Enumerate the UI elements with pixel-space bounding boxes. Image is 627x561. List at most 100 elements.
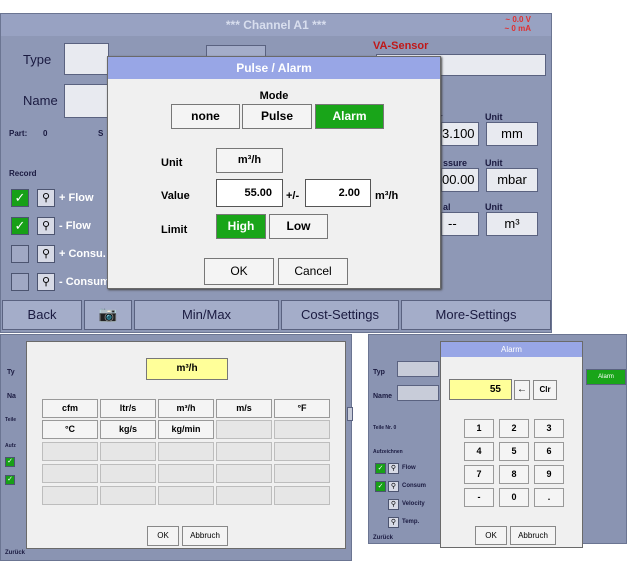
record-checkbox-flow-plus[interactable]: ✓	[11, 189, 29, 207]
bg-record-label: Aufz	[5, 443, 16, 449]
ok-button[interactable]: OK	[475, 526, 507, 545]
unit-ms-button[interactable]: m/s	[216, 399, 272, 418]
pin-icon[interactable]: ⚲	[37, 217, 55, 235]
row2-unit[interactable]: mbar	[486, 168, 538, 192]
tolerance-input[interactable]: 2.00	[305, 179, 371, 207]
limit-low-button[interactable]: Low	[269, 214, 328, 239]
record-label-consum-minus: - Consum	[59, 276, 110, 288]
back-button[interactable]: Back	[2, 300, 82, 330]
cancel-button[interactable]: Cancel	[278, 258, 348, 285]
part-label: Part:	[9, 129, 28, 138]
camera-icon[interactable]: 📷	[84, 300, 132, 330]
bg-temp-label: Temp.	[402, 519, 420, 525]
min-max-button[interactable]: Min/Max	[134, 300, 279, 330]
key-3[interactable]: 3	[534, 419, 564, 438]
record-label: Record	[9, 169, 37, 178]
bg-type-label: Typ	[373, 369, 385, 376]
tolerance-label: +/-	[286, 190, 300, 202]
bg-part-label: Teile	[5, 417, 17, 423]
unit-ltr-s-button[interactable]: ltr/s	[100, 399, 156, 418]
unit-empty-button	[216, 420, 272, 439]
pin-icon: ⚲	[388, 517, 399, 528]
mode-label: Mode	[259, 90, 289, 102]
unit-col-label: Unit	[485, 158, 503, 168]
clear-button[interactable]: Clr	[533, 380, 557, 400]
key-7[interactable]: 7	[464, 465, 494, 484]
key-minus[interactable]: -	[464, 488, 494, 507]
value-input[interactable]: 55.00	[216, 179, 283, 207]
dialog-title: Pulse / Alarm	[108, 57, 440, 79]
more-settings-button[interactable]: More-Settings	[401, 300, 551, 330]
record-checkbox-consum-plus[interactable]	[11, 245, 29, 263]
name-field[interactable]	[64, 84, 109, 118]
unit-kg-min-button[interactable]: kg/min	[158, 420, 214, 439]
key-2[interactable]: 2	[499, 419, 529, 438]
key-1[interactable]: 1	[464, 419, 494, 438]
unit-empty-button	[158, 442, 214, 461]
pin-icon[interactable]: ⚲	[37, 273, 55, 291]
record-checkbox-flow-minus[interactable]: ✓	[11, 217, 29, 235]
ok-button[interactable]: OK	[204, 258, 274, 285]
key-6[interactable]: 6	[534, 442, 564, 461]
limit-high-button[interactable]: High	[216, 214, 266, 239]
mode-none-button[interactable]: none	[171, 104, 240, 129]
bg-record-checkbox: ✓	[375, 481, 386, 492]
unit-label: Unit	[161, 157, 183, 169]
key-4[interactable]: 4	[464, 442, 494, 461]
cost-settings-button[interactable]: Cost-Settings	[281, 300, 399, 330]
value-label: Value	[161, 190, 190, 202]
unit-empty-button	[274, 464, 330, 483]
unit-empty-button	[42, 442, 98, 461]
bg-alarm-tab: Alarm	[586, 369, 626, 385]
backspace-button[interactable]: ←	[514, 380, 530, 400]
type-field[interactable]	[64, 43, 109, 75]
voltage-readout: ~ 0.0 V	[505, 15, 531, 24]
key-5[interactable]: 5	[499, 442, 529, 461]
unit-empty-button	[100, 442, 156, 461]
mode-alarm-button[interactable]: Alarm	[315, 104, 384, 129]
unit-m3h-button[interactable]: m³/h	[158, 399, 214, 418]
unit-kg-s-button[interactable]: kg/s	[100, 420, 156, 439]
pin-icon[interactable]: ⚲	[37, 245, 55, 263]
unit-empty-button	[216, 442, 272, 461]
cancel-button[interactable]: Abbruch	[510, 526, 556, 545]
unit-empty-button	[274, 486, 330, 505]
record-checkbox-consum-minus[interactable]	[11, 273, 29, 291]
cancel-button[interactable]: Abbruch	[182, 526, 228, 546]
bg-field	[347, 407, 353, 421]
unit-celsius-button[interactable]: °C	[42, 420, 98, 439]
row3-unit[interactable]: m³	[486, 212, 538, 236]
unit-button[interactable]: m³/h	[216, 148, 283, 173]
row1-unit[interactable]: mm	[486, 122, 538, 146]
bg-field	[397, 385, 439, 401]
keypad-title: Alarm	[441, 342, 582, 357]
unit-empty-button	[158, 486, 214, 505]
unit-empty-button	[216, 464, 272, 483]
unit-fahrenheit-button[interactable]: °F	[274, 399, 330, 418]
key-8[interactable]: 8	[499, 465, 529, 484]
key-dot[interactable]: .	[534, 488, 564, 507]
unit-cfm-button[interactable]: cfm	[42, 399, 98, 418]
pin-icon[interactable]: ⚲	[37, 189, 55, 207]
pin-icon: ⚲	[388, 463, 399, 474]
pulse-alarm-dialog: Pulse / Alarm Mode none Pulse Alarm Unit…	[107, 56, 441, 289]
row3-value: --	[441, 212, 479, 236]
signal-readout: ~ 0.0 V ~ 0 mA	[505, 15, 531, 33]
record-label-flow-minus: - Flow	[59, 220, 91, 232]
unit-select-dialog: m³/h cfm ltr/s m³/h m/s °F °C kg/s kg/mi…	[26, 341, 346, 549]
bg-field	[397, 361, 439, 377]
mode-pulse-button[interactable]: Pulse	[242, 104, 312, 129]
ok-button[interactable]: OK	[147, 526, 179, 546]
limit-label: Limit	[161, 224, 188, 236]
value-unit-label: m³/h	[375, 190, 399, 202]
unit-empty-button	[158, 464, 214, 483]
bg-name-label: Name	[373, 393, 393, 400]
key-9[interactable]: 9	[534, 465, 564, 484]
bg-part-label: Teile Nr. 0	[373, 425, 397, 431]
keypad-display: 55	[449, 379, 512, 400]
key-0[interactable]: 0	[499, 488, 529, 507]
row2-value: 00.00	[441, 168, 479, 192]
sensor-label: VA-Sensor	[373, 40, 429, 52]
row1-value: 3.100	[441, 122, 479, 146]
record-label-consum-plus: + Consu.	[59, 248, 106, 260]
